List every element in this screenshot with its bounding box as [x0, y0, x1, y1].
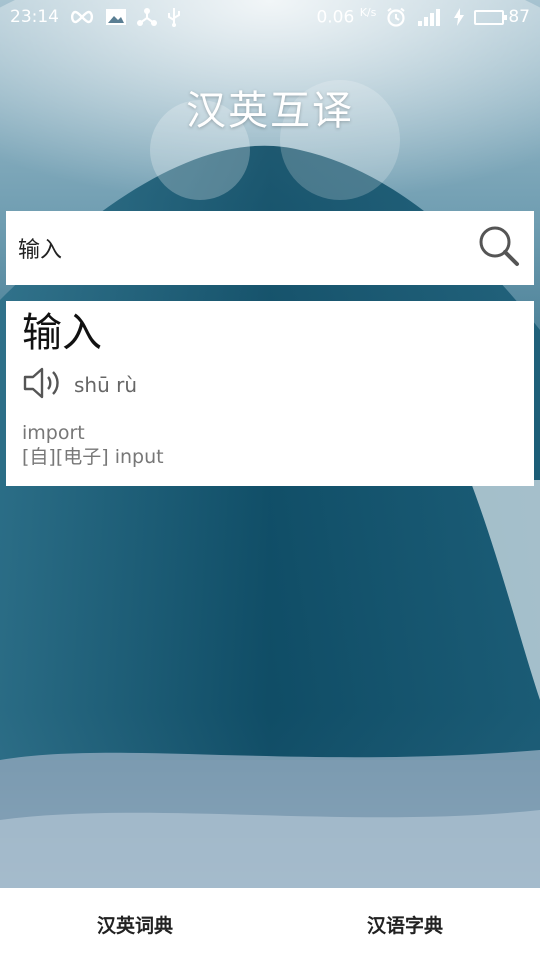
net-speed: 0.06 K/s — [316, 6, 376, 28]
status-bar: 23:14 0.06 K/s 87 — [0, 0, 540, 34]
search-icon — [477, 224, 521, 272]
speaker-icon — [22, 366, 64, 404]
definition-line: [自][电子] input — [22, 446, 164, 468]
net-speed-value: 0.06 — [316, 7, 355, 28]
usb-share-icon — [137, 7, 157, 27]
image-icon — [105, 8, 127, 26]
status-time: 23:14 — [10, 7, 59, 27]
tab-chinese-english-dictionary[interactable]: 汉英词典 — [0, 888, 270, 960]
result-card: 输入 shū rù import [自][电子] input — [6, 301, 534, 486]
page-title: 汉英互译 — [186, 88, 354, 134]
search-box — [6, 211, 534, 285]
result-word: 输入 — [22, 310, 102, 356]
net-speed-unit: K/s — [359, 6, 377, 20]
pronunciation-row: shū rù — [22, 367, 518, 403]
definitions: import [自][电子] input — [22, 421, 518, 469]
alarm-icon — [386, 7, 406, 27]
search-input[interactable] — [18, 235, 476, 261]
charging-icon — [454, 8, 465, 26]
status-right: 0.06 K/s 87 — [316, 6, 530, 28]
battery-level: 87 — [508, 7, 530, 27]
pinyin: shū rù — [74, 373, 138, 397]
tab-chinese-dictionary[interactable]: 汉语字典 — [270, 888, 540, 960]
search-button[interactable] — [476, 225, 522, 271]
bottom-nav: 汉英词典 汉语字典 — [0, 888, 540, 960]
status-left: 23:14 — [10, 7, 181, 27]
battery-icon — [474, 9, 508, 25]
definition-line: import — [22, 422, 85, 444]
battery-indicator: 87 — [474, 7, 530, 27]
usb-icon — [167, 7, 181, 27]
infinity-icon — [69, 10, 95, 24]
speaker-button[interactable] — [22, 367, 64, 403]
signal-icon — [416, 7, 444, 27]
